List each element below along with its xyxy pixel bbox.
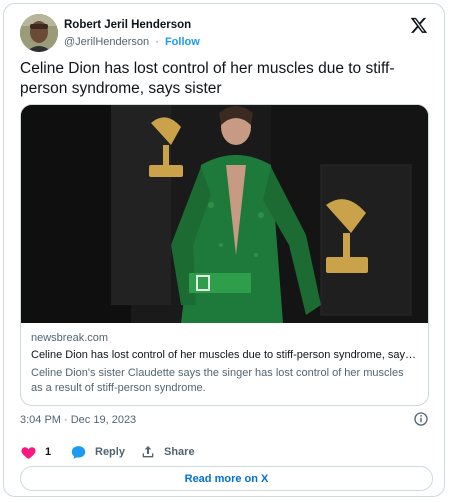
link-description: Celine Dion's sister Claudette says the …	[31, 367, 404, 394]
separator-dot: ·	[155, 36, 159, 48]
x-logo-icon[interactable]	[410, 16, 428, 34]
follow-link[interactable]: Follow	[165, 36, 200, 48]
reply-bubble-icon	[71, 445, 86, 459]
like-count: 1	[45, 446, 52, 458]
embedded-tweet-card: Robert Jeril Henderson @JerilHenderson ·…	[3, 3, 445, 497]
share-label: Share	[164, 446, 195, 458]
link-preview-card[interactable]: newsbreak.com Celine Dion has lost contr…	[20, 104, 429, 406]
link-domain: newsbreak.com	[31, 332, 109, 344]
share-icon	[142, 446, 154, 458]
like-button[interactable]: 1	[20, 442, 51, 462]
avatar[interactable]	[20, 14, 58, 52]
tweet-actions: 1 Reply Share	[20, 442, 320, 462]
tweet-text: Celine Dion has lost control of her musc…	[20, 60, 395, 97]
link-card-info: newsbreak.com Celine Dion has lost contr…	[21, 323, 428, 396]
article-image	[21, 105, 428, 323]
author-name[interactable]: Robert Jeril Henderson	[64, 19, 191, 31]
author-handle[interactable]: @JerilHenderson	[64, 36, 149, 48]
link-title: Celine Dion has lost control of her musc…	[31, 349, 418, 361]
read-more-button[interactable]: Read more on X	[20, 466, 433, 491]
share-button[interactable]: Share	[140, 442, 195, 462]
info-icon[interactable]	[413, 411, 429, 427]
author-handle-line: @JerilHenderson · Follow	[64, 36, 200, 48]
tweet-timestamp[interactable]: 3:04 PM · Dec 19, 2023	[20, 414, 136, 426]
tweet-header: Robert Jeril Henderson @JerilHenderson ·…	[20, 14, 432, 54]
reply-label: Reply	[95, 446, 125, 458]
timestamp-row: 3:04 PM · Dec 19, 2023	[20, 411, 429, 429]
heart-icon	[21, 446, 36, 459]
reply-button[interactable]: Reply	[70, 442, 125, 462]
